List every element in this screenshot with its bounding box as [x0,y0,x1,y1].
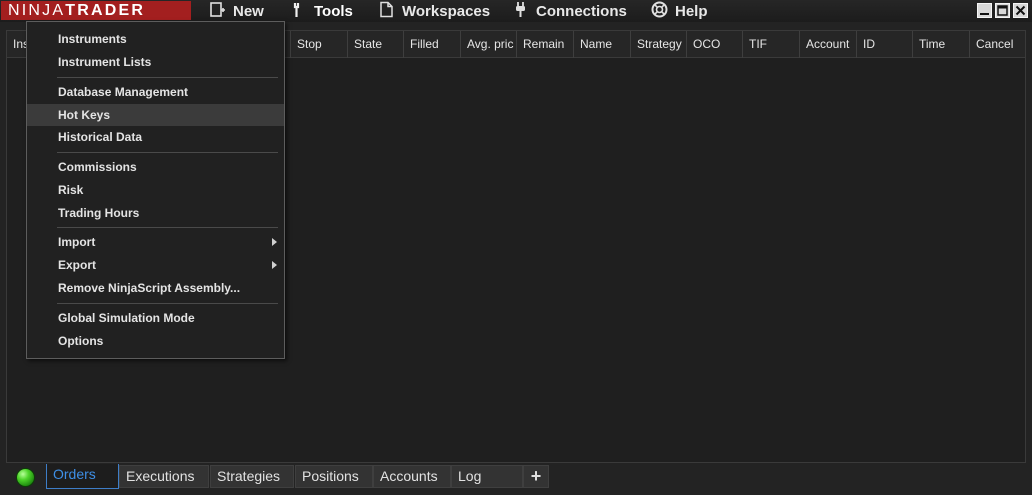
menu-help-label: Help [675,2,708,20]
submenu-arrow-icon [272,261,277,269]
tab-log[interactable]: Log [451,465,523,488]
minimize-icon [978,4,991,17]
menu-connections[interactable]: Connections [512,0,627,22]
menu-item-import[interactable]: Import [27,231,284,253]
column-header-stop[interactable]: Stop [291,31,348,58]
column-header-oco[interactable]: OCO [687,31,743,58]
menu-item-database-management[interactable]: Database Management [27,81,284,103]
menu-item-instrument-lists[interactable]: Instrument Lists [27,51,284,73]
menu-separator [57,303,278,304]
maximize-button[interactable] [995,3,1010,18]
menu-workspaces[interactable]: Workspaces [378,0,490,22]
plug-icon [512,1,536,22]
column-header-account[interactable]: Account [800,31,857,58]
menu-item-instruments[interactable]: Instruments [27,28,284,50]
menu-separator [57,152,278,153]
column-header-id[interactable]: ID [857,31,913,58]
menu-separator [57,77,278,78]
menu-separator [57,227,278,228]
menu-item-export[interactable]: Export [27,254,284,276]
menu-item-commissions[interactable]: Commissions [27,156,284,178]
menu-item-import-label: Import [58,235,96,249]
tab-accounts[interactable]: Accounts [373,465,451,488]
menu-bar: NINJATRADER New Tools Workspaces Connect… [0,0,1032,22]
menu-connections-label: Connections [536,2,627,20]
menu-item-hot-keys[interactable]: Hot Keys [27,104,284,126]
menu-item-risk[interactable]: Risk [27,179,284,201]
menu-item-trading-hours[interactable]: Trading Hours [27,202,284,224]
menu-item-remove-ninjascript-assembly[interactable]: Remove NinjaScript Assembly... [27,277,284,299]
column-header-avg-price[interactable]: Avg. pric [461,31,517,58]
column-header-state[interactable]: State [348,31,404,58]
minimize-button[interactable] [977,3,992,18]
menu-workspaces-label: Workspaces [402,2,491,20]
new-document-icon [209,1,233,22]
menu-new[interactable]: New [209,0,264,22]
column-header-cancel[interactable]: Cancel [970,31,1025,58]
tab-executions[interactable]: Executions [119,465,209,488]
column-header-remain[interactable]: Remain [517,31,574,58]
menu-tools[interactable]: Tools [290,0,353,22]
menu-item-historical-data[interactable]: Historical Data [27,126,284,148]
document-icon [378,1,402,22]
plus-icon: + [530,466,542,486]
column-header-time[interactable]: Time [913,31,970,58]
wrench-icon [290,1,314,22]
connection-status-icon [16,468,35,487]
add-tab-button[interactable]: + [523,465,549,488]
tab-strategies[interactable]: Strategies [210,465,294,488]
menu-item-global-simulation-mode[interactable]: Global Simulation Mode [27,307,284,329]
column-header-tif[interactable]: TIF [743,31,800,58]
ninjatrader-logo: NINJATRADER [1,1,191,20]
submenu-arrow-icon [272,238,277,246]
column-header-name[interactable]: Name [574,31,631,58]
logo-text-bold: TRADER [65,2,146,19]
logo-text-light: NINJA [8,2,66,19]
close-icon [1014,4,1027,17]
tab-orders[interactable]: Orders [46,464,119,489]
tab-positions[interactable]: Positions [295,465,373,488]
menu-help[interactable]: Help [651,0,708,22]
column-header-filled[interactable]: Filled [404,31,461,58]
maximize-icon [996,4,1009,17]
close-button[interactable] [1013,3,1028,18]
tools-dropdown-menu: Instruments Instrument Lists Database Ma… [26,21,285,359]
menu-new-label: New [233,2,264,20]
menu-tools-label: Tools [314,2,353,20]
menu-item-export-label: Export [58,258,97,272]
menu-item-options[interactable]: Options [27,330,284,352]
lifebuoy-icon [651,1,675,22]
column-header-strategy[interactable]: Strategy [631,31,687,58]
